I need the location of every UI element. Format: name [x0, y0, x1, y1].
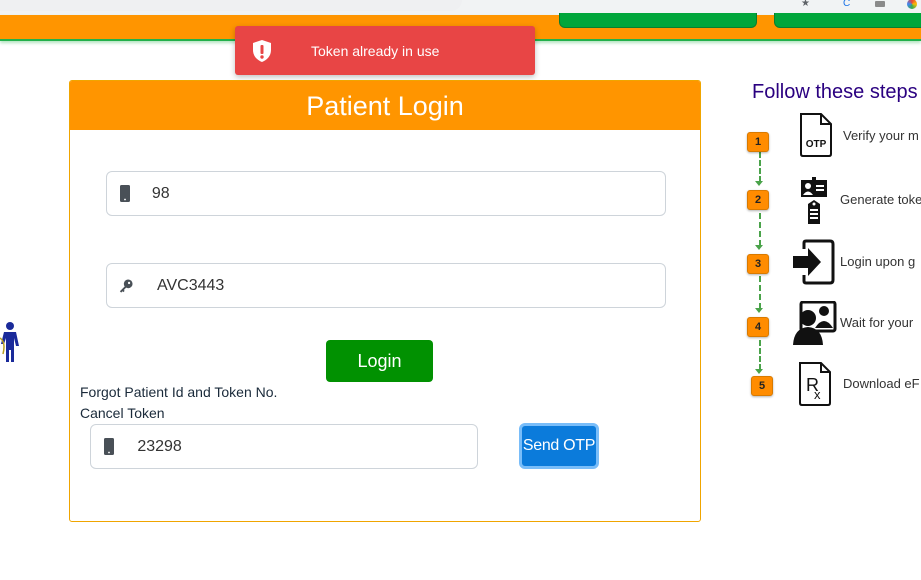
id-card-token-icon — [801, 177, 827, 224]
otp-document-icon: OTP — [800, 113, 832, 157]
prescription-rx-icon: R x — [799, 362, 831, 406]
mobile-number-input[interactable] — [151, 184, 665, 203]
step-badge: 4 — [747, 317, 769, 337]
step-text: Generate toke — [840, 192, 921, 207]
error-toast: Token already in use — [235, 26, 535, 75]
cancel-token-mobile-input[interactable] — [137, 437, 477, 456]
step-arrow-icon — [755, 369, 763, 374]
extension-c-icon[interactable]: C — [843, 0, 853, 9]
patient-login-card: Patient Login Login Forgot Patient Id an… — [69, 80, 701, 522]
steps-title: Follow these steps — [752, 81, 918, 103]
step-badge: 1 — [747, 132, 769, 152]
cancel-token-mobile-field[interactable] — [90, 424, 478, 469]
step-connector — [759, 276, 761, 309]
browser-address-bar[interactable] — [0, 0, 462, 11]
video-consult-icon — [793, 301, 837, 345]
mobile-number-field[interactable] — [106, 171, 666, 216]
step-text: Verify your m — [843, 128, 919, 143]
cancel-token-link[interactable]: Cancel Token — [80, 405, 165, 421]
browser-extension-icons: ★ C — [801, 0, 921, 10]
extension-box-icon[interactable] — [875, 1, 885, 7]
header-nav-button-2[interactable] — [774, 13, 921, 28]
step-text: Login upon g — [840, 254, 916, 269]
step-text: Wait for your — [840, 315, 914, 330]
step-badge: 5 — [751, 376, 773, 396]
token-input[interactable] — [157, 276, 665, 295]
step-text: Download eF — [843, 376, 920, 391]
step-arrow-icon — [755, 245, 763, 250]
step-arrow-icon — [755, 308, 763, 313]
step-connector — [759, 213, 761, 246]
bookmark-star-icon[interactable]: ★ — [801, 0, 811, 9]
family-icon — [0, 322, 19, 362]
key-icon — [119, 278, 133, 294]
step-badge: 3 — [747, 254, 769, 274]
header-nav-button-1[interactable] — [559, 13, 757, 28]
extension-color-icon[interactable] — [907, 0, 917, 9]
login-enter-icon — [793, 239, 835, 285]
step-connector — [759, 152, 761, 182]
login-button[interactable]: Login — [326, 340, 433, 382]
step-connector — [759, 340, 761, 370]
forgot-patient-id-link[interactable]: Forgot Patient Id and Token No. — [80, 384, 277, 400]
svg-text:OTP: OTP — [806, 139, 827, 150]
svg-text:x: x — [814, 387, 821, 402]
send-otp-button[interactable]: Send OTP — [519, 423, 599, 469]
token-field[interactable] — [106, 263, 666, 308]
shield-exclamation-icon — [251, 39, 273, 63]
step-badge: 2 — [747, 190, 769, 210]
card-title: Patient Login — [70, 81, 700, 130]
toast-message: Token already in use — [311, 42, 440, 59]
step-arrow-icon — [755, 181, 763, 186]
mobile-phone-icon — [119, 185, 132, 202]
mobile-phone-icon — [103, 438, 115, 455]
